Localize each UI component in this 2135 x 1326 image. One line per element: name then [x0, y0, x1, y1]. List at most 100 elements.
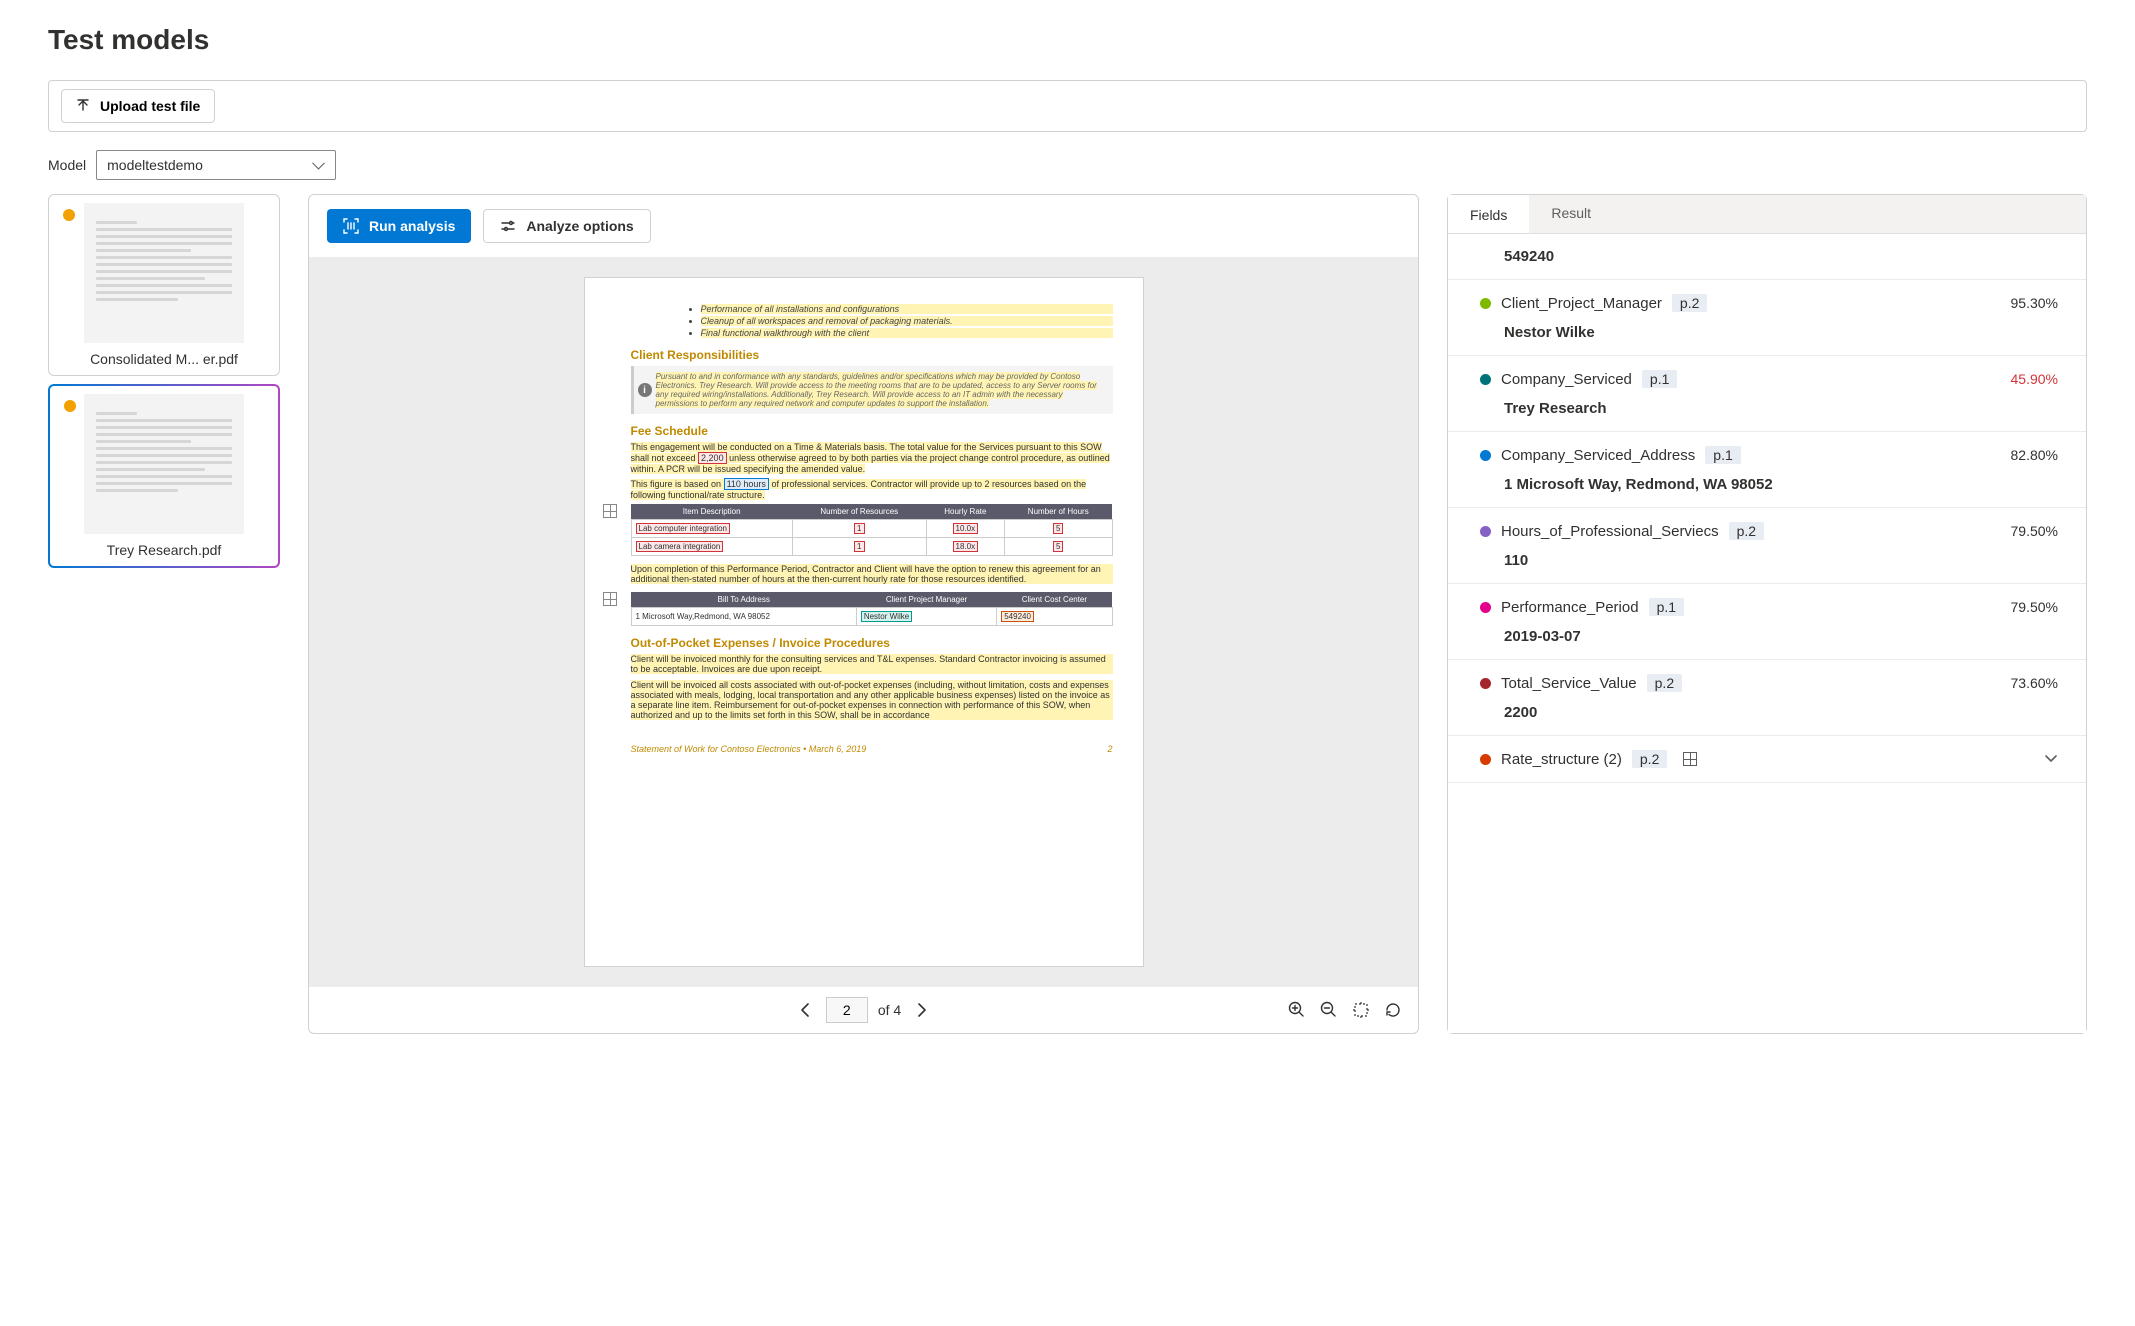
zoom-in-button[interactable] — [1288, 1001, 1306, 1019]
field-color-dot — [1480, 526, 1491, 537]
field-page-badge: p.2 — [1729, 522, 1764, 540]
field-confidence: 79.50% — [2011, 523, 2058, 539]
next-page-button[interactable] — [911, 997, 933, 1023]
field-page-badge: p.2 — [1632, 750, 1667, 768]
doc-text: Upon completion of this Performance Peri… — [631, 564, 1113, 584]
doc-bullet: Final functional walkthrough with the cl… — [701, 328, 1113, 338]
field-row: 549240 — [1448, 234, 2086, 280]
field-confidence: 45.90% — [2011, 371, 2058, 387]
doc-heading: Fee Schedule — [631, 424, 1113, 438]
field-color-dot — [1480, 678, 1491, 689]
results-panel: Fields Result 549240 Client_Project_Mana… — [1447, 194, 2087, 1034]
scan-icon — [343, 218, 359, 234]
run-analysis-label: Run analysis — [369, 218, 455, 234]
field-page-badge: p.1 — [1649, 598, 1684, 616]
doc-table: Item DescriptionNumber of ResourcesHourl… — [631, 504, 1113, 556]
doc-bullet: Cleanup of all workspaces and removal of… — [701, 316, 1113, 326]
thumbnail-list: Consolidated M... er.pdf Trey Research.p… — [48, 194, 280, 1034]
rotate-icon — [1384, 1001, 1402, 1019]
doc-text: This figure is based on — [631, 479, 724, 489]
field-color-dot — [1480, 754, 1491, 765]
doc-footer-page: 2 — [1107, 744, 1112, 754]
panel-body[interactable]: 549240 Client_Project_Manager p.2 95.30%… — [1448, 234, 2086, 1033]
field-name: Performance_Period — [1501, 599, 1639, 616]
model-row: Model modeltestdemo — [48, 150, 2087, 180]
zoom-out-button[interactable] — [1320, 1001, 1338, 1019]
field-color-dot — [1480, 450, 1491, 461]
doc-heading: Client Responsibilities — [631, 348, 1113, 362]
upload-bar: Upload test file — [48, 80, 2087, 132]
status-dot-icon — [63, 209, 75, 221]
document-viewer: Run analysis Analyze options Performance… — [308, 194, 1419, 1034]
field-row[interactable]: Client_Project_Manager p.2 95.30% Nestor… — [1448, 280, 2086, 356]
field-value: 2200 — [1504, 704, 2058, 721]
doc-text: Client will be invoiced all costs associ… — [631, 680, 1113, 720]
field-row[interactable]: Performance_Period p.1 79.50% 2019-03-07 — [1448, 584, 2086, 660]
run-analysis-button[interactable]: Run analysis — [327, 209, 471, 243]
field-name: Company_Serviced — [1501, 371, 1632, 388]
prev-page-button[interactable] — [794, 997, 816, 1023]
thumbnail-label: Consolidated M... er.pdf — [57, 351, 271, 367]
field-color-dot — [1480, 602, 1491, 613]
zoom-in-icon — [1288, 1001, 1306, 1019]
doc-bullet: Performance of all installations and con… — [701, 304, 1113, 314]
chevron-left-icon — [800, 1003, 810, 1017]
field-name: Hours_of_Professional_Serviecs — [1501, 523, 1719, 540]
doc-heading: Out-of-Pocket Expenses / Invoice Procedu… — [631, 636, 1113, 650]
document-page: Performance of all installations and con… — [584, 277, 1144, 967]
field-name: Rate_structure (2) — [1501, 751, 1622, 768]
field-name: Client_Project_Manager — [1501, 295, 1662, 312]
field-page-badge: p.1 — [1642, 370, 1677, 388]
field-value: 549240 — [1504, 248, 2058, 265]
doc-table: Bill To AddressClient Project ManagerCli… — [631, 592, 1113, 626]
field-row[interactable]: Company_Serviced_Address p.1 82.80% 1 Mi… — [1448, 432, 2086, 508]
field-name: Company_Serviced_Address — [1501, 447, 1695, 464]
thumbnail-card[interactable]: Consolidated M... er.pdf — [48, 194, 280, 376]
field-value: 2019-03-07 — [1504, 628, 2058, 645]
thumbnail-preview — [84, 394, 244, 534]
field-confidence: 73.60% — [2011, 675, 2058, 691]
extracted-highlight: 110 hours — [724, 478, 769, 490]
field-row[interactable]: Hours_of_Professional_Serviecs p.2 79.50… — [1448, 508, 2086, 584]
table-icon — [603, 592, 617, 606]
analyze-options-button[interactable]: Analyze options — [483, 209, 650, 243]
tab-fields[interactable]: Fields — [1448, 195, 1529, 233]
pager: of 4 — [309, 987, 1418, 1033]
field-confidence: 95.30% — [2011, 295, 2058, 311]
extracted-highlight: 2,200 — [698, 452, 727, 464]
field-page-badge: p.1 — [1705, 446, 1740, 464]
upload-label: Upload test file — [100, 98, 200, 114]
info-icon: i — [638, 383, 652, 397]
field-row[interactable]: Rate_structure (2) p.2 — [1448, 736, 2086, 783]
sliders-icon — [500, 218, 516, 234]
doc-text: Pursuant to and in conformance with any … — [656, 372, 1097, 408]
upload-test-file-button[interactable]: Upload test file — [61, 89, 215, 123]
field-confidence: 82.80% — [2011, 447, 2058, 463]
thumbnail-preview — [84, 203, 244, 343]
field-value: Trey Research — [1504, 400, 2058, 417]
field-row[interactable]: Company_Serviced p.1 45.90% Trey Researc… — [1448, 356, 2086, 432]
chevron-down-icon — [2044, 754, 2058, 764]
chevron-right-icon — [917, 1003, 927, 1017]
field-name: Total_Service_Value — [1501, 675, 1637, 692]
rotate-button[interactable] — [1384, 1001, 1402, 1019]
region-select-button[interactable] — [1352, 1001, 1370, 1019]
field-page-badge: p.2 — [1672, 294, 1707, 312]
field-value: 1 Microsoft Way, Redmond, WA 98052 — [1504, 476, 2058, 493]
field-value: 110 — [1504, 552, 2058, 569]
document-stage[interactable]: Performance of all installations and con… — [309, 257, 1418, 987]
zoom-out-icon — [1320, 1001, 1338, 1019]
thumbnail-card[interactable]: Trey Research.pdf — [48, 384, 280, 568]
status-dot-icon — [64, 400, 76, 412]
model-select[interactable]: modeltestdemo — [96, 150, 336, 180]
field-value: Nestor Wilke — [1504, 324, 2058, 341]
field-confidence: 79.50% — [2011, 599, 2058, 615]
page-title: Test models — [48, 24, 2087, 56]
tab-result[interactable]: Result — [1529, 195, 1613, 233]
thumbnail-label: Trey Research.pdf — [58, 542, 270, 558]
doc-footer: Statement of Work for Contoso Electronic… — [631, 744, 867, 754]
page-number-input[interactable] — [826, 997, 868, 1023]
field-row[interactable]: Total_Service_Value p.2 73.60% 2200 — [1448, 660, 2086, 736]
page-of-label: of 4 — [878, 1002, 901, 1018]
doc-text: Client will be invoiced monthly for the … — [631, 654, 1113, 674]
